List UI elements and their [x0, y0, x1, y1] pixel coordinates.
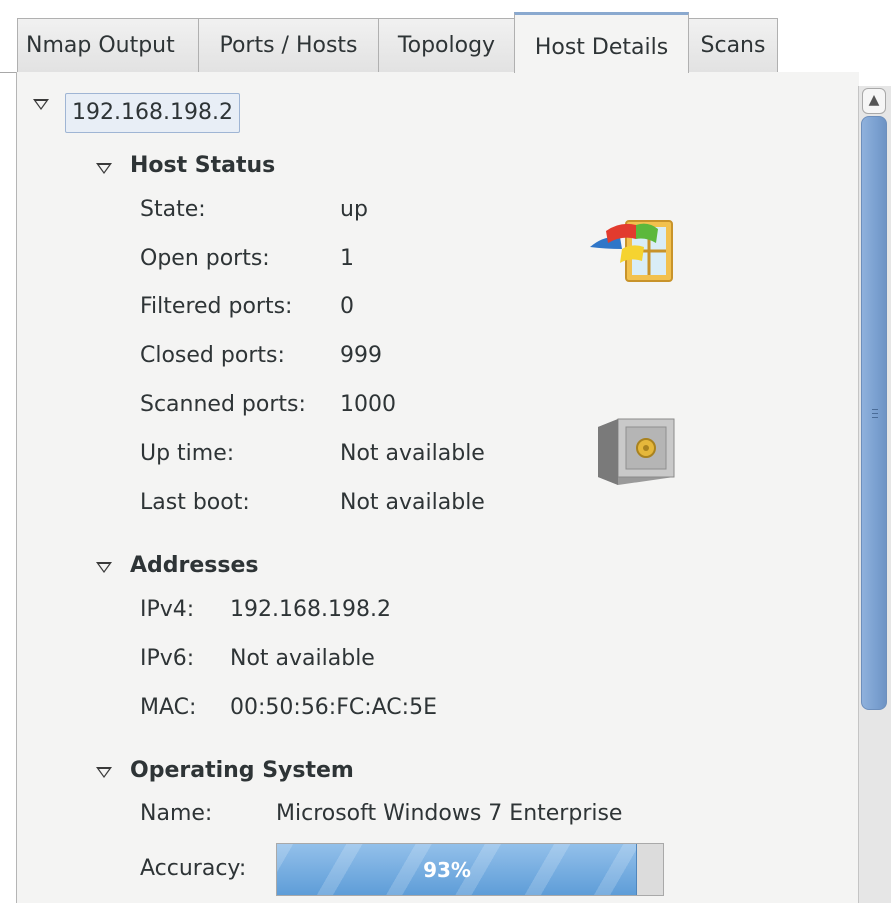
- accuracy-label: Accuracy:: [140, 856, 247, 881]
- state-value: up: [340, 197, 368, 222]
- scanned-ports-label: Scanned ports:: [140, 392, 306, 417]
- safe-icon: [598, 418, 675, 485]
- accuracy-progress-bar: 93%: [276, 843, 664, 896]
- scrollbar-thumb[interactable]: [861, 116, 887, 710]
- host-ip-node[interactable]: 192.168.198.2: [65, 93, 240, 133]
- scanned-ports-value: 1000: [340, 392, 396, 417]
- os-name-label: Name:: [140, 801, 213, 826]
- tab-ports-hosts[interactable]: Ports / Hosts: [198, 18, 379, 72]
- last-boot-value: Not available: [340, 490, 485, 515]
- open-ports-value: 1: [340, 246, 354, 271]
- tab-bar: Nmap Output Ports / Hosts Topology Host …: [0, 0, 891, 75]
- scroll-up-arrow-icon[interactable]: ▲: [862, 88, 886, 114]
- ipv4-value: 192.168.198.2: [230, 597, 391, 622]
- tab-scans[interactable]: Scans: [688, 18, 778, 72]
- ipv4-label: IPv4:: [140, 597, 195, 622]
- ipv6-label: IPv6:: [140, 646, 195, 671]
- section-title-addresses[interactable]: Addresses: [130, 553, 259, 578]
- accuracy-progress-text: 93%: [423, 858, 471, 882]
- scroll-grip-line: [872, 417, 878, 418]
- open-ports-label: Open ports:: [140, 246, 270, 271]
- scroll-grip-line: [872, 413, 878, 414]
- ipv6-value: Not available: [230, 646, 375, 671]
- expander-operating-system-icon[interactable]: [96, 767, 112, 778]
- windows-os-icon: [590, 220, 673, 282]
- tab-host-details[interactable]: Host Details: [514, 12, 689, 73]
- filtered-ports-label: Filtered ports:: [140, 294, 293, 319]
- up-time-value: Not available: [340, 441, 485, 466]
- os-name-value: Microsoft Windows 7 Enterprise: [276, 801, 623, 826]
- last-boot-label: Last boot:: [140, 490, 250, 515]
- state-label: State:: [140, 197, 206, 222]
- tab-topology[interactable]: Topology: [378, 18, 515, 72]
- section-title-operating-system[interactable]: Operating System: [130, 758, 354, 783]
- tab-nmap-output[interactable]: Nmap Output: [17, 18, 199, 72]
- expander-addresses-icon[interactable]: [96, 562, 112, 573]
- filtered-ports-value: 0: [340, 294, 354, 319]
- up-time-label: Up time:: [140, 441, 235, 466]
- expander-host-status-icon[interactable]: [96, 163, 112, 174]
- mac-value: 00:50:56:FC:AC:5E: [230, 695, 437, 720]
- scroll-grip-line: [872, 409, 878, 410]
- expander-host-icon[interactable]: [33, 99, 49, 110]
- mac-label: MAC:: [140, 695, 197, 720]
- closed-ports-label: Closed ports:: [140, 343, 285, 368]
- closed-ports-value: 999: [340, 343, 382, 368]
- section-title-host-status[interactable]: Host Status: [130, 153, 275, 178]
